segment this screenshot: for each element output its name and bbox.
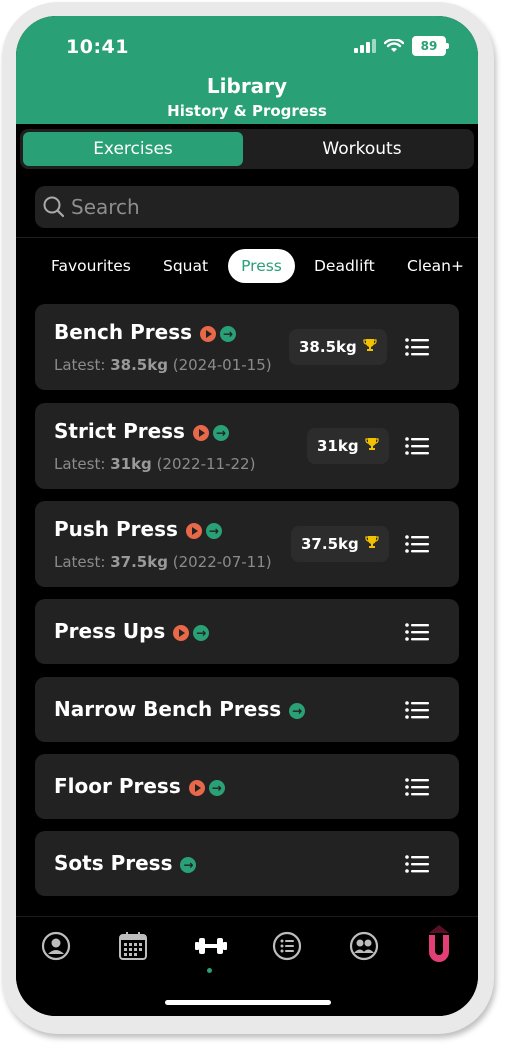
active-tab-indicator bbox=[207, 968, 212, 973]
divider bbox=[16, 237, 478, 238]
go-arrow-icon[interactable]: → bbox=[289, 702, 306, 719]
list-menu-icon[interactable] bbox=[405, 855, 429, 873]
exercise-name: Bench Press → bbox=[54, 320, 236, 344]
video-icon[interactable] bbox=[173, 624, 190, 641]
exercise-name: Floor Press → bbox=[54, 774, 225, 798]
exercise-name-text: Press Ups bbox=[54, 619, 166, 643]
video-icon[interactable] bbox=[192, 424, 209, 441]
video-icon[interactable] bbox=[188, 779, 205, 796]
pr-badge: 38.5kg bbox=[289, 329, 387, 365]
list-menu-icon[interactable] bbox=[405, 437, 429, 455]
tab-exercises[interactable]: Exercises bbox=[23, 132, 243, 166]
trophy-icon bbox=[365, 526, 379, 562]
exercise-name-text: Narrow Bench Press bbox=[54, 697, 282, 721]
list-menu-icon[interactable] bbox=[405, 701, 429, 719]
exercise-name-text: Push Press bbox=[54, 517, 178, 541]
exercise-name: Press Ups → bbox=[54, 619, 210, 643]
exercise-name: Push Press → bbox=[54, 517, 222, 541]
latest-record: Latest: 38.5kg (2024-01-15) bbox=[54, 356, 272, 374]
go-arrow-icon[interactable]: → bbox=[212, 424, 229, 441]
exercise-card[interactable]: Narrow Bench Press → bbox=[35, 677, 459, 742]
latest-label: Latest: bbox=[54, 553, 106, 571]
pr-value: 31kg bbox=[317, 437, 359, 455]
list-menu-icon[interactable] bbox=[405, 338, 429, 356]
status-icons: 89 bbox=[354, 36, 449, 56]
filter-squat[interactable]: Squat bbox=[163, 249, 208, 283]
app-header: 10:41 89 Library History & Progress bbox=[16, 16, 478, 124]
signal-icon bbox=[354, 39, 376, 53]
go-arrow-icon[interactable]: → bbox=[205, 522, 222, 539]
page-subtitle: History & Progress bbox=[167, 102, 327, 120]
filter-favourites[interactable]: Favourites bbox=[51, 249, 131, 283]
pr-value: 37.5kg bbox=[301, 535, 359, 553]
exercise-card[interactable]: Strict Press → Latest: 31kg (2022-11-22) … bbox=[35, 403, 459, 489]
exercise-card[interactable]: Floor Press → bbox=[35, 754, 459, 819]
go-arrow-icon[interactable]: → bbox=[208, 779, 225, 796]
latest-value: 38.5kg bbox=[110, 356, 168, 374]
exercise-name-text: Strict Press bbox=[54, 419, 185, 443]
latest-date: (2024-01-15) bbox=[172, 356, 272, 374]
status-time: 10:41 bbox=[66, 36, 129, 58]
search-placeholder: Search bbox=[71, 195, 140, 219]
exercise-name-text: Bench Press bbox=[54, 320, 192, 344]
search-icon bbox=[43, 196, 65, 218]
list-icon[interactable] bbox=[272, 931, 302, 961]
latest-value: 37.5kg bbox=[110, 553, 168, 571]
search-input[interactable]: Search bbox=[35, 186, 459, 228]
wifi-icon bbox=[384, 39, 404, 52]
profile-icon[interactable] bbox=[41, 931, 71, 961]
exercise-name: Sots Press → bbox=[54, 851, 197, 875]
latest-record: Latest: 37.5kg (2022-07-11) bbox=[54, 553, 272, 571]
latest-date: (2022-11-22) bbox=[156, 455, 256, 473]
filter-deadlift[interactable]: Deadlift bbox=[314, 249, 375, 283]
go-arrow-icon[interactable]: → bbox=[180, 856, 197, 873]
go-arrow-icon[interactable]: → bbox=[193, 624, 210, 641]
filter-clean[interactable]: Clean+ bbox=[407, 249, 464, 283]
exercise-card[interactable]: Press Ups → bbox=[35, 599, 459, 664]
list-menu-icon[interactable] bbox=[405, 535, 429, 553]
tab-workouts[interactable]: Workouts bbox=[252, 132, 472, 166]
exercise-card[interactable]: Bench Press → Latest: 38.5kg (2024-01-15)… bbox=[35, 304, 459, 390]
battery-indicator: 89 bbox=[412, 36, 449, 56]
go-arrow-icon[interactable]: → bbox=[220, 325, 236, 342]
exercise-name: Narrow Bench Press → bbox=[54, 697, 306, 721]
latest-date: (2022-07-11) bbox=[172, 553, 272, 571]
list-menu-icon[interactable] bbox=[405, 778, 429, 796]
latest-label: Latest: bbox=[54, 356, 106, 374]
calendar-icon[interactable] bbox=[118, 931, 148, 961]
latest-label: Latest: bbox=[54, 455, 106, 473]
video-icon[interactable] bbox=[200, 325, 216, 342]
exercise-card[interactable]: Push Press → Latest: 37.5kg (2022-07-11) … bbox=[35, 501, 459, 587]
video-icon[interactable] bbox=[185, 522, 202, 539]
exercise-name-text: Floor Press bbox=[54, 774, 181, 798]
list-menu-icon[interactable] bbox=[405, 623, 429, 641]
pr-badge: 37.5kg bbox=[291, 526, 389, 562]
segmented-control: Exercises Workouts bbox=[20, 129, 474, 169]
category-filters: Favourites Squat Press Deadlift Clean+ bbox=[16, 249, 478, 283]
exercise-card[interactable]: Sots Press → bbox=[35, 831, 459, 896]
pr-value: 38.5kg bbox=[299, 338, 357, 356]
trophy-icon bbox=[364, 428, 379, 464]
app-screen: 10:41 89 Library History & Progress Exer… bbox=[16, 16, 478, 1016]
latest-value: 31kg bbox=[110, 455, 152, 473]
home-indicator bbox=[165, 1000, 331, 1005]
exercise-name: Strict Press → bbox=[54, 419, 229, 443]
dumbbell-icon[interactable] bbox=[193, 931, 229, 961]
filter-press[interactable]: Press bbox=[228, 249, 295, 283]
exercise-name-text: Sots Press bbox=[54, 851, 173, 875]
community-icon[interactable] bbox=[349, 931, 379, 961]
trophy-icon bbox=[363, 329, 377, 365]
pr-badge: 31kg bbox=[307, 428, 389, 464]
page-title: Library bbox=[206, 74, 288, 98]
latest-record: Latest: 31kg (2022-11-22) bbox=[54, 455, 255, 473]
brand-logo-icon[interactable] bbox=[426, 925, 452, 963]
